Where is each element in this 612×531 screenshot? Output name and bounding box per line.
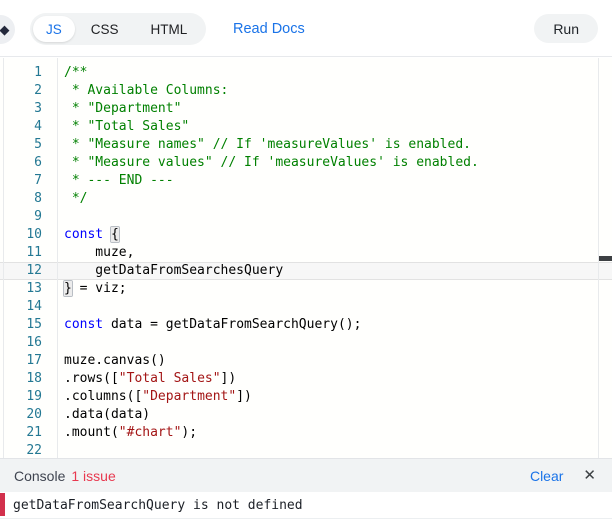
- code-line[interactable]: 16: [0, 334, 612, 352]
- console-error-row: getDataFromSearchQuery is not defined: [0, 492, 612, 519]
- read-docs-link[interactable]: Read Docs: [233, 21, 305, 37]
- run-button[interactable]: Run: [534, 14, 598, 43]
- code-editor[interactable]: 1/**2 * Available Columns:3 * "Departmen…: [0, 58, 612, 458]
- code-line-text: .columns(["Department"]): [64, 388, 252, 406]
- code-line[interactable]: 19 .columns(["Department"]): [0, 388, 612, 406]
- console-header: Console 1 issue Clear ✕: [0, 458, 612, 492]
- tab-js[interactable]: JS: [33, 16, 75, 42]
- code-line[interactable]: 11 muze,: [0, 244, 612, 262]
- collapse-panel-button[interactable]: ◆: [0, 15, 15, 44]
- code-line-text: * "Measure names" // If 'measureValues' …: [64, 136, 471, 154]
- line-number: 19: [0, 388, 42, 406]
- line-number: 21: [0, 424, 42, 442]
- code-line-text: /**: [64, 64, 87, 82]
- line-number: 20: [0, 406, 42, 424]
- code-line[interactable]: 9: [0, 208, 612, 226]
- line-number: 4: [0, 118, 42, 136]
- line-number: 10: [0, 226, 42, 244]
- code-line-text: const {: [64, 226, 119, 244]
- code-line-text: .data(data): [64, 406, 150, 424]
- line-number: 9: [0, 208, 42, 226]
- line-number: 22: [0, 442, 42, 458]
- code-line[interactable]: 17 muze.canvas(): [0, 352, 612, 370]
- line-number: 2: [0, 82, 42, 100]
- code-lines: 1/**2 * Available Columns:3 * "Departmen…: [0, 58, 612, 458]
- code-line-text: * Available Columns:: [64, 82, 228, 100]
- code-line[interactable]: 2 * Available Columns:: [0, 82, 612, 100]
- line-number: 13: [0, 280, 42, 298]
- code-line[interactable]: 8 */: [0, 190, 612, 208]
- clear-console-button[interactable]: Clear: [530, 468, 563, 484]
- line-number: 7: [0, 172, 42, 190]
- code-line[interactable]: 10 const {: [0, 226, 612, 244]
- code-line-text: .mount("#chart");: [64, 424, 197, 442]
- code-line[interactable]: 21 .mount("#chart");: [0, 424, 612, 442]
- code-playground: ◆ JS CSS HTML Read Docs Run 1/**2 * Avai…: [0, 0, 612, 531]
- line-number: 8: [0, 190, 42, 208]
- code-line-text: .rows(["Total Sales"]): [64, 370, 236, 388]
- chevron-right-icon: ◆: [0, 23, 10, 36]
- language-tabs: JS CSS HTML: [30, 13, 206, 45]
- code-line-text: const data = getDataFromSearchQuery();: [64, 316, 361, 334]
- close-icon[interactable]: ✕: [583, 468, 596, 483]
- line-number: 15: [0, 316, 42, 334]
- line-number: 17: [0, 352, 42, 370]
- line-number: 12: [0, 262, 42, 280]
- line-number: 16: [0, 334, 42, 352]
- code-line[interactable]: 22: [0, 442, 612, 458]
- code-line[interactable]: 18 .rows(["Total Sales"]): [0, 370, 612, 388]
- line-number: 14: [0, 298, 42, 316]
- scrollbar-thumb[interactable]: [599, 256, 612, 261]
- code-line-text: * "Measure values" // If 'measureValues'…: [64, 154, 479, 172]
- line-number: 5: [0, 136, 42, 154]
- code-line-text: * --- END ---: [64, 172, 174, 190]
- code-line[interactable]: 12 getDataFromSearchesQuery: [0, 262, 612, 280]
- code-line[interactable]: 15 const data = getDataFromSearchQuery();: [0, 316, 612, 334]
- code-line-text: getDataFromSearchesQuery: [64, 262, 283, 280]
- code-line-text: muze,: [64, 244, 134, 262]
- code-line[interactable]: 3 * "Department": [0, 100, 612, 118]
- code-line[interactable]: 6 * "Measure values" // If 'measureValue…: [0, 154, 612, 172]
- line-number: 18: [0, 370, 42, 388]
- code-line[interactable]: 13 } = viz;: [0, 280, 612, 298]
- code-line-text: } = viz;: [64, 280, 127, 298]
- code-line[interactable]: 7 * --- END ---: [0, 172, 612, 190]
- toolbar: ◆ JS CSS HTML Read Docs Run: [0, 0, 612, 57]
- code-line[interactable]: 4 * "Total Sales": [0, 118, 612, 136]
- editor-left-border: [3, 58, 4, 458]
- tab-html[interactable]: HTML: [135, 16, 204, 42]
- error-message: getDataFromSearchQuery is not defined: [13, 498, 303, 513]
- code-line[interactable]: 14: [0, 298, 612, 316]
- console-panel: Console 1 issue Clear ✕ getDataFromSearc…: [0, 458, 612, 519]
- issue-count-badge: 1 issue: [71, 468, 115, 484]
- line-number: 6: [0, 154, 42, 172]
- code-line-text: * "Department": [64, 100, 181, 118]
- console-title: Console: [14, 468, 65, 484]
- code-line[interactable]: 5 * "Measure names" // If 'measureValues…: [0, 136, 612, 154]
- line-number: 1: [0, 64, 42, 82]
- code-line[interactable]: 20 .data(data): [0, 406, 612, 424]
- code-line-text: muze.canvas(): [64, 352, 166, 370]
- code-line-text: * "Total Sales": [64, 118, 189, 136]
- error-severity-bar: [0, 493, 5, 516]
- code-line-text: */: [64, 190, 87, 208]
- line-number: 11: [0, 244, 42, 262]
- tab-css[interactable]: CSS: [75, 16, 135, 42]
- line-number: 3: [0, 100, 42, 118]
- gutter-divider: [57, 58, 58, 458]
- code-line[interactable]: 1 /**: [0, 64, 612, 82]
